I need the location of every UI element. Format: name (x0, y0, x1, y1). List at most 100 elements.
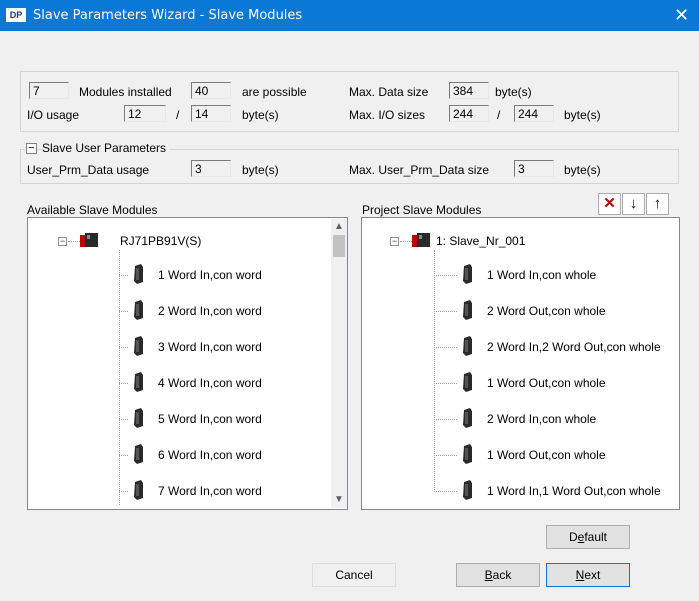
tree-module-label: 2 Word In,2 Word Out,con whole (487, 340, 661, 354)
tree-module-label: 6 Word In,con word (158, 448, 262, 462)
tree-root-label: 1: Slave_Nr_001 (436, 234, 526, 248)
max-io-field-2: 244 (514, 105, 554, 122)
prm-data-usage-unit: byte(s) (242, 163, 279, 177)
back-label-1: B (484, 568, 493, 582)
modules-installed-field: 7 (29, 82, 69, 99)
tree-line (400, 241, 412, 242)
io-module-icon (134, 300, 143, 320)
next-label-2: ext (584, 568, 601, 582)
max-io-unit: byte(s) (564, 108, 601, 122)
max-io-field-1: 244 (449, 105, 489, 122)
tree-line (119, 419, 128, 420)
tree-module-label: 2 Word Out,con whole (487, 304, 606, 318)
io-module-icon (134, 408, 143, 428)
io-module-icon (463, 480, 472, 500)
possible-label: are possible (242, 85, 307, 99)
collapse-toggle[interactable]: − (26, 143, 37, 154)
tree-module-item[interactable]: 1 Word Out,con whole (362, 444, 679, 464)
scroll-thumb[interactable] (333, 235, 345, 257)
summary-group (20, 71, 679, 132)
tree-module-item[interactable]: 2 Word Out,con whole (362, 300, 679, 320)
scroll-up-icon[interactable]: ▲ (334, 221, 344, 232)
io-module-icon (134, 336, 143, 356)
tree-module-label: 1 Word In,con whole (487, 268, 597, 282)
tree-module-label: 1 Word Out,con whole (487, 376, 606, 390)
tree-module-item[interactable]: 2 Word In,2 Word Out,con whole (362, 336, 679, 356)
plc-module-icon (412, 233, 430, 247)
io-module-icon (134, 480, 143, 500)
tree-line (434, 419, 457, 420)
prm-data-usage-label: User_Prm_Data usage (27, 163, 150, 177)
tree-module-item[interactable]: 1 Word In,con whole (362, 264, 679, 284)
io-module-icon (134, 264, 143, 284)
tree-module-item[interactable]: 7 Word In,con word (28, 480, 347, 500)
close-icon[interactable]: ✕ (674, 3, 689, 27)
max-prm-data-size-unit: byte(s) (564, 163, 601, 177)
tree-line (434, 491, 457, 492)
tree-line (434, 275, 457, 276)
tree-line (119, 347, 128, 348)
tree-module-label: 7 Word In,con word (158, 484, 262, 498)
modules-installed-label: Modules installed (79, 85, 172, 99)
possible-field: 40 (191, 82, 231, 99)
dp-app-icon: DP (6, 8, 26, 22)
tree-module-item[interactable]: 2 Word In,con word (28, 300, 347, 320)
io-module-icon (134, 372, 143, 392)
title-bar: DP Slave Parameters Wizard - Slave Modul… (0, 0, 699, 31)
io-usage-field-2: 14 (191, 105, 231, 122)
move-down-button[interactable]: ↓ (622, 193, 645, 215)
collapse-node-icon[interactable]: − (390, 237, 399, 246)
max-io-separator: / (497, 108, 501, 122)
tree-line (434, 455, 457, 456)
project-modules-header: Project Slave Modules (362, 203, 482, 217)
tree-module-item[interactable]: 1 Word In,1 Word Out,con whole (362, 480, 679, 500)
io-module-icon (463, 372, 472, 392)
default-label-1: D (568, 530, 578, 544)
tree-line (119, 455, 128, 456)
tree-module-label: 2 Word In,con word (158, 304, 262, 318)
io-usage-separator: / (176, 108, 180, 122)
tree-module-item[interactable]: 4 Word In,con word (28, 372, 347, 392)
scroll-down-icon[interactable]: ▼ (334, 494, 344, 505)
tree-line (119, 491, 128, 492)
user-params-section-label: Slave User Parameters (42, 141, 171, 155)
tree-line (119, 311, 128, 312)
tree-module-label: 1 Word In,con word (158, 268, 262, 282)
io-module-icon (463, 408, 472, 428)
tree-module-label: 5 Word In,con word (158, 412, 262, 426)
tree-module-item[interactable]: 1 Word Out,con whole (362, 372, 679, 392)
tree-line (119, 383, 128, 384)
delete-module-button[interactable]: ✕ (598, 193, 621, 215)
tree-module-item[interactable]: 2 Word In,con whole (362, 408, 679, 428)
cancel-button[interactable]: Cancel (312, 563, 396, 587)
collapse-node-icon[interactable]: − (58, 237, 67, 246)
tree-line (434, 311, 457, 312)
vertical-scrollbar[interactable]: ▲ ▼ (331, 219, 347, 508)
back-button[interactable]: Back (456, 563, 540, 587)
tree-module-label: 4 Word In,con word (158, 376, 262, 390)
project-modules-tree[interactable]: − 1: Slave_Nr_001 1 Word In,con whole 2 W… (361, 217, 680, 510)
tree-module-label: 1 Word Out,con whole (487, 448, 606, 462)
default-label-3: fault (584, 530, 608, 544)
io-usage-unit: byte(s) (242, 108, 279, 122)
tree-module-item[interactable]: 3 Word In,con word (28, 336, 347, 356)
tree-module-label: 3 Word In,con word (158, 340, 262, 354)
prm-data-usage-field: 3 (191, 160, 231, 177)
tree-module-item[interactable]: 5 Word In,con word (28, 408, 347, 428)
tree-line (119, 275, 128, 276)
tree-root-label: RJ71PB91V(S) (120, 234, 202, 248)
available-modules-tree[interactable]: − RJ71PB91V(S) 1 Word In,con word 2 Word … (27, 217, 348, 510)
available-modules-header: Available Slave Modules (27, 203, 158, 217)
max-data-size-label: Max. Data size (349, 85, 429, 99)
tree-line (434, 347, 457, 348)
tree-module-item[interactable]: 1 Word In,con word (28, 264, 347, 284)
io-module-icon (463, 300, 472, 320)
io-module-icon (463, 336, 472, 356)
move-up-button[interactable]: ↑ (646, 193, 669, 215)
default-button[interactable]: Default (546, 525, 630, 549)
io-module-icon (463, 264, 472, 284)
next-button[interactable]: Next (546, 563, 630, 587)
tree-module-item[interactable]: 6 Word In,con word (28, 444, 347, 464)
tree-module-label: 2 Word In,con whole (487, 412, 597, 426)
back-label-2: ack (492, 568, 512, 582)
